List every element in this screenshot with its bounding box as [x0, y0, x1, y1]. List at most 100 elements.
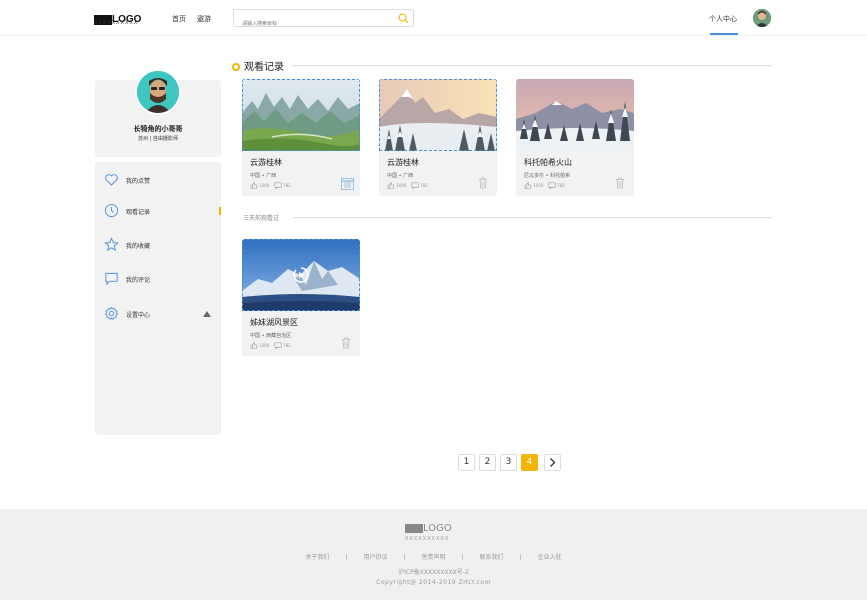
card-stats: 1000 782: [250, 342, 291, 350]
comment-count-icon[interactable]: [274, 342, 282, 350]
thumbs-up-icon[interactable]: [250, 342, 258, 349]
footer-logo-text: LOGO: [423, 523, 452, 534]
nav-home[interactable]: 首页: [172, 14, 186, 24]
next-page-button[interactable]: [544, 454, 561, 471]
card-stats: 1000 782: [387, 182, 428, 190]
page-button-4-current[interactable]: 4: [521, 454, 538, 471]
chevron-right-icon: [550, 458, 556, 467]
calendar-icon[interactable]: [341, 177, 354, 190]
footer-logo[interactable]: LOGO: [405, 518, 452, 537]
profile-avatar[interactable]: [135, 69, 181, 115]
sidebar-item-favorites[interactable]: 我的收藏: [95, 235, 221, 255]
history-card[interactable]: 云游桂林 中国 • 广西 1000 782: [242, 79, 360, 196]
thumbs-up-icon[interactable]: [250, 182, 258, 189]
card-location: 中国 • 广西: [250, 173, 277, 179]
footer-logo-mark: [405, 524, 423, 533]
page-button-3[interactable]: 3: [500, 454, 517, 471]
sidebar-item-label: 我的评论: [126, 277, 151, 284]
trash-icon[interactable]: [341, 337, 351, 349]
footer-separator: |: [345, 554, 348, 561]
expand-triangle-icon[interactable]: [203, 311, 211, 317]
history-card[interactable]: 云游桂林 中国 • 广西 1000 782: [379, 79, 497, 196]
footer-link-contact[interactable]: 联系我们: [480, 554, 504, 561]
search-box: [233, 9, 414, 32]
card-thumbnail[interactable]: [516, 79, 634, 151]
footer-link-disclaimer[interactable]: 免责声明: [421, 554, 445, 561]
card-title: 云游桂林: [387, 158, 419, 167]
play-icon[interactable]: [293, 267, 309, 283]
subsection-title: 三天前观看过: [243, 215, 280, 222]
section-dot-icon: [232, 63, 240, 71]
history-card[interactable]: 姊妹湖风景区 中国 • 西藏自治区 1000 782: [242, 239, 360, 356]
personal-center-link[interactable]: 个人中心: [709, 14, 737, 24]
card-thumbnail[interactable]: [242, 79, 360, 151]
section-title: 观看记录: [232, 58, 284, 73]
card-title: 科托帕希火山: [524, 158, 572, 167]
sidebar-item-label: 我的点赞: [126, 178, 151, 185]
header-avatar[interactable]: [753, 9, 771, 27]
star-icon: [104, 237, 119, 252]
avatar-image: [753, 9, 771, 27]
card-title: 姊妹湖风景区: [250, 318, 298, 327]
footer-separator: |: [519, 554, 522, 561]
like-count: 1000: [396, 183, 407, 188]
like-count: 1000: [259, 183, 270, 188]
sidebar-item-settings[interactable]: 设置中心: [95, 304, 221, 324]
snow-mountain-sunrise-image: [379, 79, 497, 151]
card-stats: 1000 782: [524, 182, 565, 190]
footer-logo-subtitle: XXXXXXXXXX: [405, 536, 450, 542]
comment-count-icon[interactable]: [548, 182, 556, 190]
active-nav-underline: [710, 33, 738, 35]
footer-copyright: Copyright@ 2014-2019 ZHLY.com: [376, 579, 491, 586]
gear-icon: [104, 306, 119, 320]
sidebar-item-likes[interactable]: 我的点赞: [95, 170, 221, 190]
comment-count: 782: [283, 183, 291, 188]
profile-avatar-image: [137, 71, 179, 113]
guilin-landscape-image: [242, 79, 360, 151]
footer-link-about[interactable]: 关于我们: [305, 554, 329, 561]
subsection-divider: [293, 217, 772, 218]
search-icon[interactable]: [398, 13, 409, 24]
logo-subtitle: XXXXXXXXXX: [94, 20, 139, 26]
profile-username: 长犄角的小哥哥: [133, 125, 183, 133]
page-button-1[interactable]: 1: [458, 454, 475, 471]
sidebar-item-history[interactable]: 观看记录: [95, 201, 221, 221]
thumbs-up-icon[interactable]: [387, 182, 395, 189]
footer-separator: |: [403, 554, 406, 561]
card-thumbnail[interactable]: [379, 79, 497, 151]
heart-icon: [105, 174, 118, 186]
card-location: 中国 • 广西: [387, 173, 414, 179]
trash-icon[interactable]: [615, 177, 625, 189]
profile-location: 苏州 | 自由摄影师: [138, 136, 178, 142]
card-location: 厄瓜多尔 • 科托帕希: [524, 173, 571, 179]
history-card[interactable]: 科托帕希火山 厄瓜多尔 • 科托帕希 1000 782: [516, 79, 634, 196]
cotopaxi-snow-forest-image: [516, 79, 634, 151]
search-input[interactable]: [242, 16, 392, 32]
comment-count: 782: [557, 183, 565, 188]
card-thumbnail[interactable]: [242, 239, 360, 311]
comment-count: 782: [420, 183, 428, 188]
footer-link-agreement[interactable]: 用户协议: [363, 554, 387, 561]
comment-count: 782: [283, 343, 291, 348]
sidebar-menu: 我的点赞 观看记录 我的收藏 我的评论 设置中心: [95, 162, 221, 435]
comment-count-icon[interactable]: [274, 182, 282, 190]
section-title-text: 观看记录: [244, 62, 284, 73]
footer-links: 关于我们 | 用户协议 | 免责声明 | 联系我们 | 企业入驻: [0, 552, 867, 561]
comment-icon: [105, 272, 118, 286]
like-count: 1000: [259, 343, 270, 348]
footer-icp: 沪ICP备XXXXXXXXX号-2: [398, 569, 469, 576]
footer-separator: |: [461, 554, 464, 561]
thumbs-up-icon[interactable]: [524, 182, 532, 189]
sidebar-item-comments[interactable]: 我的评论: [95, 269, 221, 289]
trash-icon[interactable]: [478, 177, 488, 189]
section-divider: [292, 65, 772, 66]
footer-link-business[interactable]: 企业入驻: [538, 554, 562, 561]
sidebar-item-label: 观看记录: [126, 209, 151, 216]
sidebar-item-label: 设置中心: [126, 312, 151, 319]
card-stats: 1000 782: [250, 182, 291, 190]
page-button-2[interactable]: 2: [479, 454, 496, 471]
nav-explore[interactable]: 遨游: [197, 14, 211, 24]
comment-count-icon[interactable]: [411, 182, 419, 190]
sidebar-item-label: 我的收藏: [126, 243, 151, 250]
clock-icon: [104, 203, 119, 218]
